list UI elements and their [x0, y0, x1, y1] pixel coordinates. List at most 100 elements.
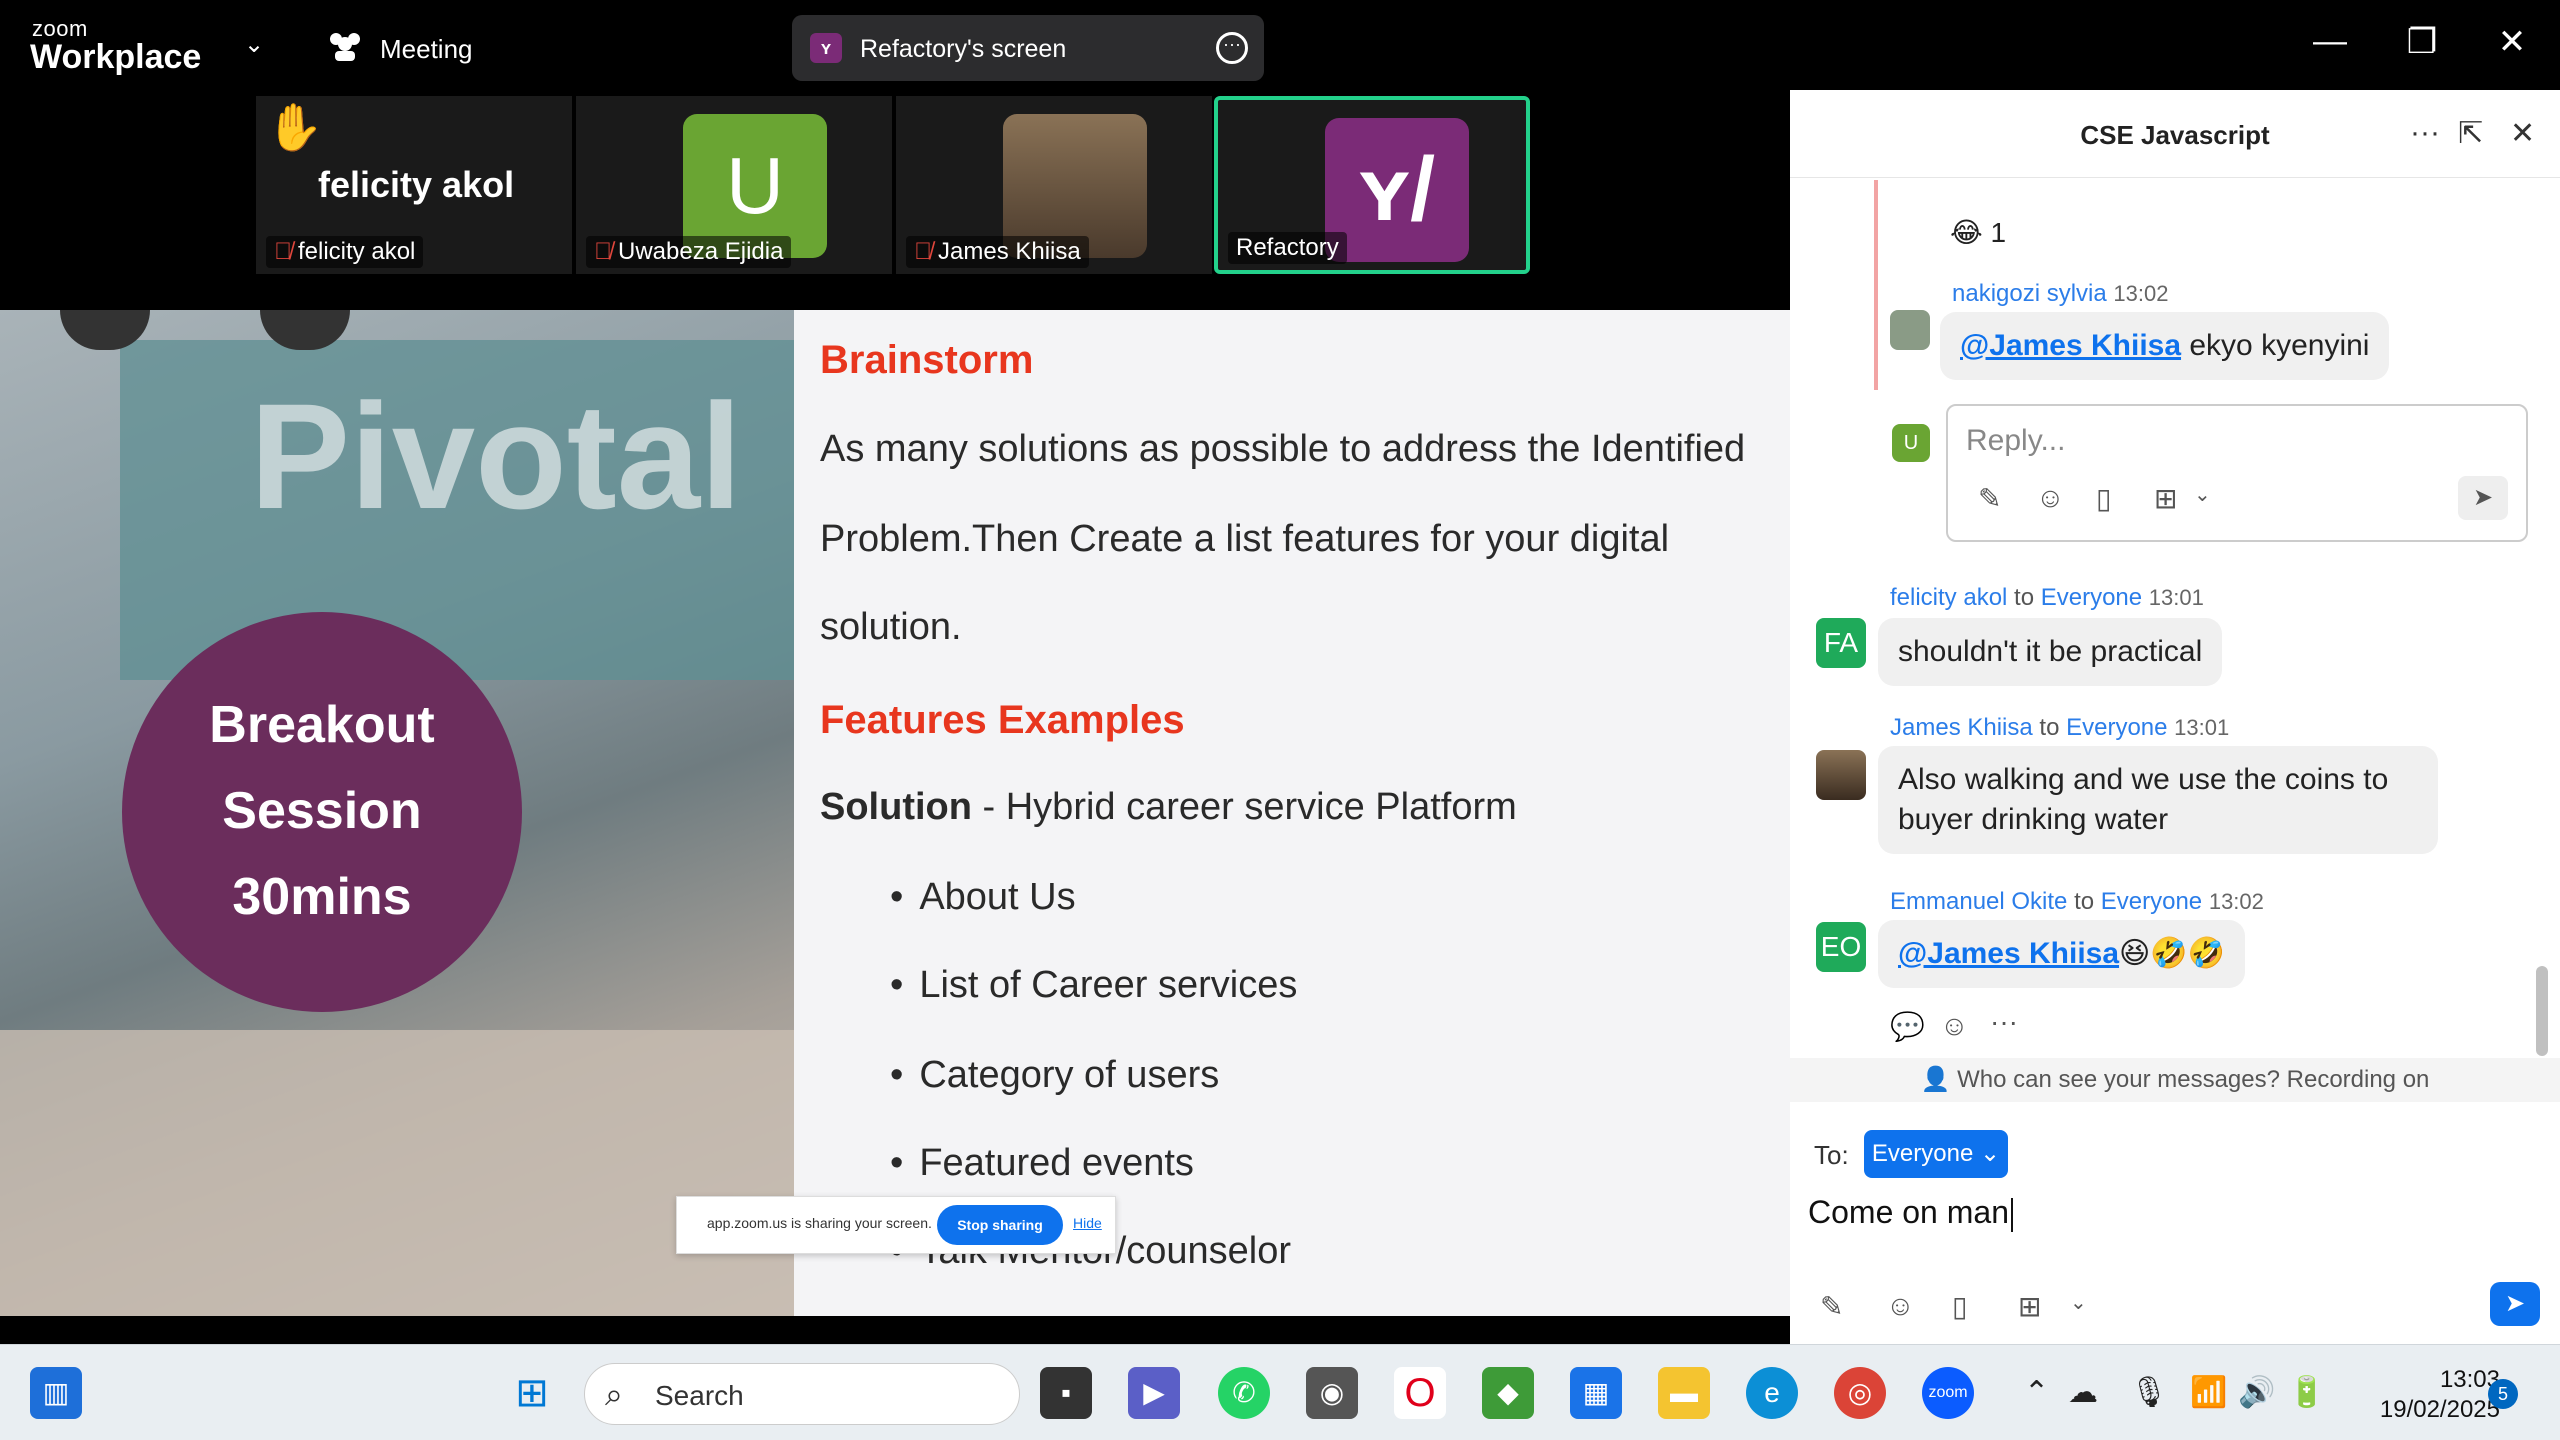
- pop-out-icon[interactable]: ⇱: [2458, 116, 2483, 151]
- participant-tile[interactable]: U 🎙̸ Uwabeza Ejidia: [576, 96, 892, 274]
- more-options-icon[interactable]: ···: [2410, 116, 2440, 150]
- participant-big-name: felicity akol: [318, 164, 515, 205]
- video-strip: ✋ felicity akol 🎙̸ felicity akol U 🎙̸ Uwab…: [0, 90, 1790, 310]
- recipient-select[interactable]: Everyone ⌄: [1864, 1130, 2008, 1178]
- taskbar-search[interactable]: ⌕ Search: [584, 1363, 1020, 1425]
- reply-thread-icon[interactable]: 💬: [1890, 1010, 1925, 1043]
- slide-bullet: List of Career services: [890, 964, 1297, 1007]
- message-line: buyer drinking water: [1898, 803, 2169, 836]
- reply-input[interactable]: Reply... ✎ ☺ ▯ ⊞ ⌄ ➤: [1946, 404, 2528, 542]
- visibility-notice[interactable]: 👤 Who can see your messages? Recording o…: [1790, 1058, 2560, 1102]
- hide-link[interactable]: Hide: [1073, 1215, 1102, 1231]
- mic-muted-icon: 🎙̸: [914, 238, 932, 265]
- format-icon[interactable]: ✎: [1978, 482, 2001, 515]
- chevron-down-icon[interactable]: ⌄: [244, 30, 264, 59]
- slide-paragraph-line: Problem.Then Create a list features for …: [820, 518, 1670, 560]
- restore-icon[interactable]: ❐: [2398, 22, 2446, 62]
- avatar: [1816, 750, 1866, 800]
- stop-sharing-button[interactable]: Stop sharing: [937, 1205, 1063, 1245]
- chevron-down-icon[interactable]: ⌄: [2194, 482, 2211, 507]
- chevron-down-icon: ⌄: [1979, 1140, 2001, 1167]
- close-icon[interactable]: ✕: [2510, 116, 2535, 151]
- shared-screen-label: Refactory's screen: [860, 35, 1067, 63]
- chat-header: CSE Javascript ··· ⇱ ✕: [1790, 90, 2560, 178]
- participant-tile-active[interactable]: ʏ/ Refactory: [1214, 96, 1530, 274]
- chat-scrollbar[interactable]: [2536, 966, 2548, 1056]
- sender-name: felicity akol: [1890, 584, 2008, 611]
- text-caret: [2010, 1197, 2013, 1232]
- camera-icon[interactable]: ◉: [1306, 1367, 1358, 1419]
- meeting-label[interactable]: Meeting: [380, 34, 473, 65]
- add-reaction-icon[interactable]: ☺: [1940, 1010, 1969, 1042]
- onedrive-icon[interactable]: ☁: [2068, 1375, 2098, 1410]
- chevron-down-icon[interactable]: ⌄: [2070, 1290, 2087, 1315]
- badge-line: Session: [222, 782, 422, 840]
- taskbar-clock[interactable]: 13:03 19/02/2025: [2340, 1365, 2500, 1425]
- widgets-icon[interactable]: ▥: [30, 1367, 82, 1419]
- chrome-icon[interactable]: ◎: [1834, 1367, 1886, 1419]
- bluestacks-icon[interactable]: ◆: [1482, 1367, 1534, 1419]
- message-meta: Emmanuel Okite to Everyone 13:02: [1890, 888, 2264, 915]
- participant-tile[interactable]: 🎙̸ James Khiisa: [896, 96, 1212, 274]
- file-icon[interactable]: ▯: [1952, 1290, 1967, 1323]
- photo-wall-text: Pivotal: [250, 372, 742, 540]
- raised-hand-icon: ✋: [266, 101, 324, 153]
- volume-icon[interactable]: 🔊: [2238, 1375, 2275, 1410]
- clock-time: 13:03: [2439, 1366, 2500, 1393]
- badge-line: Breakout: [209, 696, 435, 754]
- chat-title: CSE Javascript: [2080, 120, 2270, 150]
- minimize-icon[interactable]: —: [2306, 22, 2354, 61]
- participant-tile[interactable]: ✋ felicity akol 🎙̸ felicity akol: [256, 96, 572, 274]
- search-icon: ⌕: [605, 1376, 623, 1412]
- opera-icon[interactable]: O: [1394, 1367, 1446, 1419]
- slide-bullet: About Us: [890, 876, 1075, 919]
- mention-link[interactable]: @James Khiisa: [1898, 937, 2119, 970]
- shared-screen-pill[interactable]: ʏ Refactory's screen ···: [792, 15, 1264, 81]
- mention-link[interactable]: @James Khiisa: [1960, 329, 2181, 362]
- message-bubble: @James Khiisa😆🤣🤣: [1878, 920, 2246, 988]
- shared-slide: Pivotal Breakout Session 30mins Brainsto…: [0, 310, 1790, 1316]
- share-notice-text: app.zoom.us is sharing your screen.: [707, 1215, 932, 1231]
- badge-line: 30mins: [232, 868, 412, 926]
- reaction[interactable]: 😂 1: [1950, 216, 2006, 249]
- file-icon[interactable]: ▯: [2096, 482, 2111, 515]
- brand-workplace: Workplace: [30, 38, 202, 76]
- zoom-icon[interactable]: zoom: [1922, 1367, 1974, 1419]
- task-view-icon[interactable]: ▪: [1040, 1367, 1092, 1419]
- more-options-icon[interactable]: ···: [1990, 1006, 2018, 1038]
- notification-badge[interactable]: 5: [2488, 1379, 2518, 1409]
- format-icon[interactable]: ✎: [1820, 1290, 1843, 1323]
- chevron-up-icon[interactable]: ⌃: [2024, 1375, 2049, 1410]
- whatsapp-icon[interactable]: ✆: [1218, 1367, 1270, 1419]
- windows-start-icon[interactable]: ⊞: [506, 1367, 558, 1419]
- battery-icon[interactable]: 🔋: [2288, 1375, 2325, 1410]
- close-icon[interactable]: ✕: [2488, 22, 2536, 62]
- screenshot-icon[interactable]: ⊞: [2018, 1290, 2041, 1323]
- edge-icon[interactable]: e: [1746, 1367, 1798, 1419]
- person-icon: 👤: [1920, 1066, 1958, 1093]
- clock-date: 19/02/2025: [2379, 1396, 2500, 1423]
- participant-name-label: 🎙̸ felicity akol: [266, 236, 424, 268]
- emoji-icon[interactable]: ☺: [1886, 1290, 1915, 1322]
- message-meta: nakigozi sylvia 13:02: [1952, 280, 2168, 308]
- wifi-icon[interactable]: 📶: [2190, 1375, 2227, 1410]
- meeting-bottom-bar: [0, 1316, 1790, 1344]
- message-bubble: shouldn't it be practical: [1878, 618, 2223, 686]
- emoji-icon[interactable]: ☺: [2036, 482, 2065, 514]
- teams-icon[interactable]: ▶: [1128, 1367, 1180, 1419]
- store-icon[interactable]: ▦: [1570, 1367, 1622, 1419]
- screenshot-icon[interactable]: ⊞: [2154, 482, 2177, 515]
- slide-paragraph-line: As many solutions as possible to address…: [820, 428, 1746, 470]
- message-line: Also walking and we use the coins to: [1898, 763, 2389, 796]
- microphone-icon[interactable]: 🎙: [2130, 1375, 2168, 1410]
- breakout-badge: Breakout Session 30mins: [122, 612, 522, 1012]
- file-explorer-icon[interactable]: ▬: [1658, 1367, 1710, 1419]
- message-input[interactable]: Come on man: [1808, 1194, 2013, 1232]
- avatar: U: [1892, 424, 1930, 462]
- mic-muted-icon: 🎙̸: [594, 238, 612, 265]
- more-options-icon[interactable]: ···: [1216, 32, 1248, 64]
- title-bar: zoom Workplace ⌄ Meeting ʏ Refactory's s…: [0, 0, 2560, 90]
- send-icon[interactable]: ➤: [2458, 476, 2508, 520]
- send-button[interactable]: ➤: [2490, 1282, 2540, 1326]
- meeting-participants-icon[interactable]: [326, 30, 364, 62]
